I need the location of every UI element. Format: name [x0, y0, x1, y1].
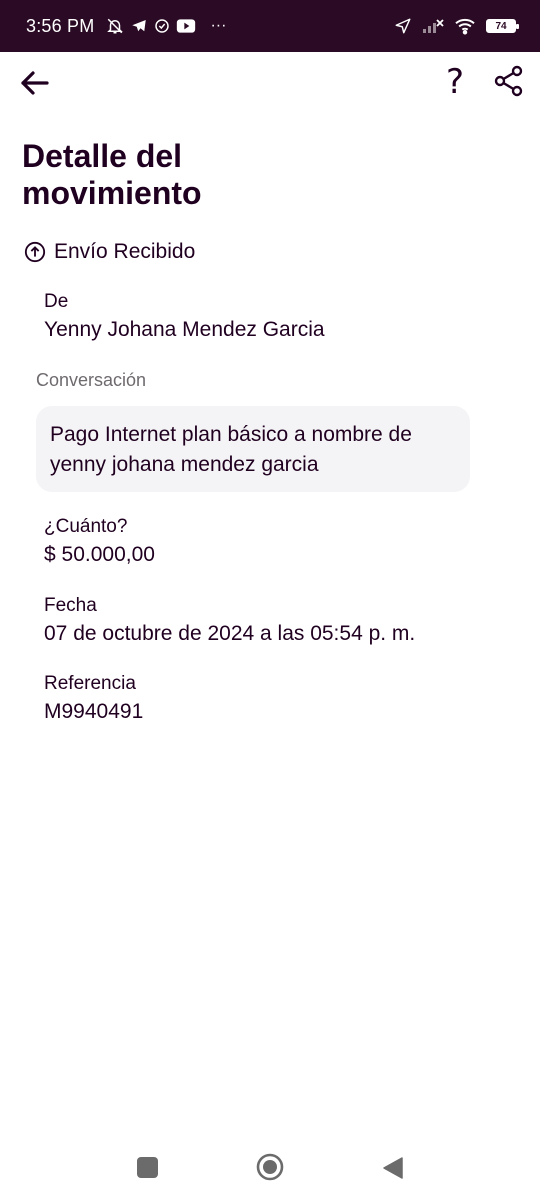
- transaction-type: Envío Recibido: [24, 240, 195, 264]
- signal-icon: [422, 18, 444, 34]
- share-button[interactable]: [492, 64, 528, 100]
- location-icon: [394, 17, 412, 35]
- page-title: Detalle del movimiento: [22, 138, 422, 212]
- status-time: 3:56 PM: [26, 15, 95, 36]
- home-circle-icon: [256, 1153, 284, 1181]
- status-bar: 3:56 PM ··· 74: [0, 0, 540, 52]
- conversation-message: Pago Internet plan básico a nombre de ye…: [36, 406, 470, 492]
- notifications-muted-icon: [106, 17, 124, 35]
- back-button[interactable]: [16, 64, 54, 102]
- check-circle-icon: [154, 18, 170, 34]
- top-app-bar: ?: [0, 52, 540, 112]
- conversation-message-line-2: yenny johana mendez garcia: [50, 453, 319, 476]
- status-left: 3:56 PM ···: [26, 16, 226, 37]
- transaction-type-label: Envío Recibido: [54, 240, 196, 263]
- from-value: Yenny Johana Mendez Garcia: [44, 318, 325, 341]
- amount-value: $ 50.000,00: [44, 543, 155, 566]
- date-value: 07 de octubre de 2024 a las 05:54 p. m.: [44, 622, 416, 645]
- triangle-back-icon: [383, 1157, 403, 1179]
- page-title-line-1: Detalle del: [22, 138, 183, 174]
- youtube-icon: [176, 18, 196, 34]
- from-label: De: [44, 291, 69, 312]
- conversation-message-line-1: Pago Internet plan básico a nombre de: [50, 423, 412, 446]
- conversation-label: Conversación: [36, 370, 147, 390]
- battery-level: 74: [488, 21, 514, 32]
- page-title-line-2: movimiento: [22, 175, 202, 211]
- reference-value: M9940491: [44, 700, 144, 723]
- wifi-icon: [454, 17, 476, 35]
- system-back-button[interactable]: [382, 1156, 404, 1185]
- more-notifications-icon: ···: [210, 17, 227, 34]
- date-label: Fecha: [44, 595, 97, 616]
- system-navigation-bar: [0, 1140, 540, 1200]
- arrow-left-icon: [21, 71, 49, 95]
- reference-label: Referencia: [44, 673, 136, 694]
- arrow-up-circle-icon: [24, 241, 46, 263]
- help-button[interactable]: ?: [436, 62, 474, 102]
- recent-apps-button[interactable]: [137, 1157, 158, 1178]
- battery-icon: 74: [486, 19, 519, 33]
- telegram-icon: [130, 17, 148, 35]
- home-button[interactable]: [256, 1153, 284, 1186]
- share-icon: [494, 65, 523, 97]
- amount-label: ¿Cuánto?: [44, 516, 128, 537]
- status-right: 74: [394, 17, 519, 35]
